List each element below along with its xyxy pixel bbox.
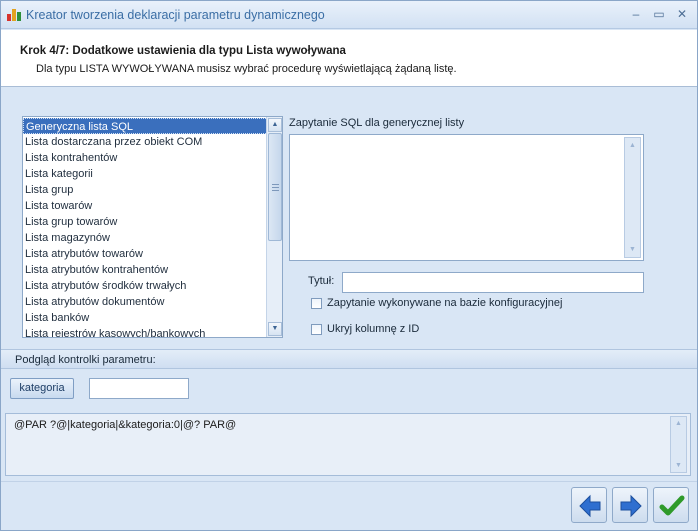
- scroll-thumb[interactable]: [268, 133, 282, 241]
- list-item[interactable]: Lista magazynów: [23, 230, 282, 246]
- maximize-button[interactable]: ▭: [648, 5, 670, 23]
- scroll-down-icon[interactable]: ▼: [268, 322, 282, 336]
- list-item[interactable]: Lista banków: [23, 310, 282, 326]
- step-description: Dla typu LISTA WYWOŁYWANA musisz wybrać …: [36, 63, 457, 75]
- list-items: Generyczna lista SQL Lista dostarczana pr…: [23, 118, 282, 337]
- kategoria-button[interactable]: kategoria: [10, 378, 74, 399]
- sql-query-label: Zapytanie SQL dla generycznej listy: [289, 117, 465, 129]
- kategoria-input[interactable]: [89, 378, 189, 399]
- result-memo[interactable]: @PAR ?@|kategoria|&kategoria:0|@? PAR@ ▲…: [5, 413, 691, 476]
- next-button[interactable]: [612, 487, 648, 523]
- bottom-separator: [1, 481, 697, 482]
- list-item[interactable]: Lista atrybutów środków trwałych: [23, 278, 282, 294]
- list-item[interactable]: Lista grup: [23, 182, 282, 198]
- scroll-up-icon[interactable]: ▲: [675, 420, 682, 427]
- checkmark-icon: [659, 495, 685, 516]
- window-title: Kreator tworzenia deklaracji parametru d…: [26, 8, 325, 22]
- config-db-checkbox-row[interactable]: Zapytanie wykonywane na bazie konfigurac…: [311, 295, 562, 311]
- wizard-window: Kreator tworzenia deklaracji parametru d…: [0, 0, 698, 531]
- list-item[interactable]: Lista kategorii: [23, 166, 282, 182]
- scroll-up-icon[interactable]: ▲: [629, 142, 636, 149]
- scroll-down-icon[interactable]: ▼: [675, 462, 682, 469]
- list-item[interactable]: Lista atrybutów towarów: [23, 246, 282, 262]
- list-item[interactable]: Generyczna lista SQL: [23, 118, 282, 134]
- finish-button[interactable]: [653, 487, 689, 523]
- list-item[interactable]: Lista kontrahentów: [23, 150, 282, 166]
- list-item[interactable]: Lista towarów: [23, 198, 282, 214]
- list-item[interactable]: Lista rejestrów kasowych/bankowych: [23, 326, 282, 337]
- close-button[interactable]: ✕: [671, 5, 693, 23]
- scroll-down-icon[interactable]: ▼: [629, 246, 636, 253]
- title-input[interactable]: [342, 272, 644, 293]
- hide-id-checkbox-row[interactable]: Ukryj kolumnę z ID: [311, 321, 419, 337]
- hide-id-checkbox[interactable]: [311, 323, 322, 335]
- back-button[interactable]: [571, 487, 607, 523]
- config-db-checkbox[interactable]: [311, 297, 322, 309]
- scroll-up-icon[interactable]: ▲: [268, 118, 282, 132]
- list-item[interactable]: Lista grup towarów: [23, 214, 282, 230]
- list-type-listbox[interactable]: Generyczna lista SQL Lista dostarczana pr…: [22, 116, 283, 338]
- list-scrollbar[interactable]: ▲ ▼: [266, 117, 282, 337]
- preview-label: Podgląd kontrolki parametru:: [15, 354, 156, 366]
- app-logo-icon: [7, 7, 21, 21]
- list-item[interactable]: Lista dostarczana przez obiekt COM: [23, 134, 282, 150]
- sql-query-textarea[interactable]: ▲ ▼: [289, 134, 644, 261]
- title-field-label: Tytuł:: [308, 275, 335, 287]
- list-item[interactable]: Lista atrybutów kontrahentów: [23, 262, 282, 278]
- arrow-left-icon: [579, 494, 601, 518]
- memo-scrollbar[interactable]: ▲ ▼: [670, 416, 687, 473]
- step-header: Krok 4/7: Dodatkowe ustawienia dla typu …: [1, 30, 697, 87]
- preview-section-header: Podgląd kontrolki parametru:: [1, 349, 697, 369]
- step-title: Krok 4/7: Dodatkowe ustawienia dla typu …: [20, 45, 346, 57]
- sql-scrollbar[interactable]: ▲ ▼: [624, 137, 641, 258]
- title-bar[interactable]: Kreator tworzenia deklaracji parametru d…: [1, 1, 697, 29]
- config-db-checkbox-label: Zapytanie wykonywane na bazie konfigurac…: [327, 297, 563, 309]
- hide-id-checkbox-label: Ukryj kolumnę z ID: [327, 323, 420, 335]
- result-text: @PAR ?@|kategoria|&kategoria:0|@? PAR@: [14, 419, 237, 431]
- minimize-button[interactable]: –: [625, 5, 647, 23]
- list-item[interactable]: Lista atrybutów dokumentów: [23, 294, 282, 310]
- arrow-right-icon: [620, 494, 642, 518]
